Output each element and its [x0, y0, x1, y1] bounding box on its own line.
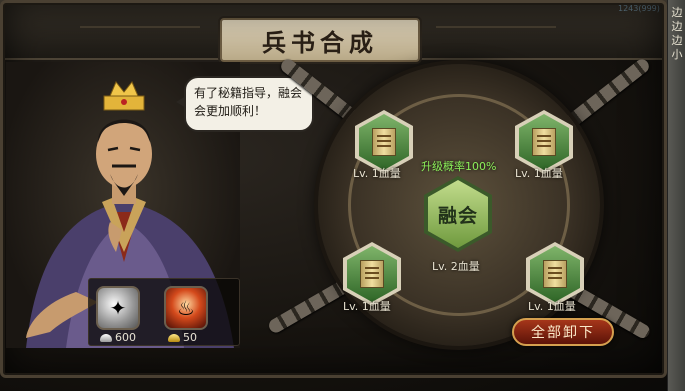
material-slot-silver[interactable]: ✦	[96, 286, 140, 330]
map-label: 小	[671, 48, 683, 61]
slot-2-label: Lv. 1血量	[515, 167, 563, 180]
silver-coin-icon	[100, 333, 112, 342]
slot-4-label: Lv. 1血量	[528, 300, 576, 313]
npc-dialog-bubble: 有了秘籍指导，融会会更加顺利！	[176, 76, 314, 132]
world-map-strip[interactable]: 边 边 边 小	[667, 0, 685, 391]
npc-dialog-text: 有了秘籍指导，融会会更加顺利！	[194, 86, 303, 118]
silver-count-value: 600	[115, 331, 136, 344]
gold-count-value: 50	[183, 331, 197, 344]
book-icon	[372, 128, 396, 156]
fire-icon: ♨	[177, 296, 195, 320]
silver-count: 600	[100, 331, 136, 344]
material-slot-red[interactable]: ♨	[164, 286, 208, 330]
result-label: Lv. 2血量	[432, 260, 480, 273]
slot-1-label: Lv. 1血量	[353, 167, 401, 180]
gold-coin-icon	[168, 333, 180, 342]
book-icon	[360, 260, 384, 288]
silver-icon: ✦	[109, 296, 127, 320]
book-icon	[532, 128, 556, 156]
book-icon	[543, 260, 567, 288]
synthesis-window: 兵书合成 1243(999) 边 边 边 小 有了秘籍指导，融会会更加顺利！ ✦…	[0, 0, 685, 391]
slot-3-label: Lv. 1血量	[343, 300, 391, 313]
success-rate: 升级概率100%	[421, 160, 497, 173]
unload-all-button[interactable]: 全部卸下	[512, 318, 614, 346]
gold-count: 50	[168, 331, 197, 344]
merge-label: 融会	[437, 204, 478, 227]
